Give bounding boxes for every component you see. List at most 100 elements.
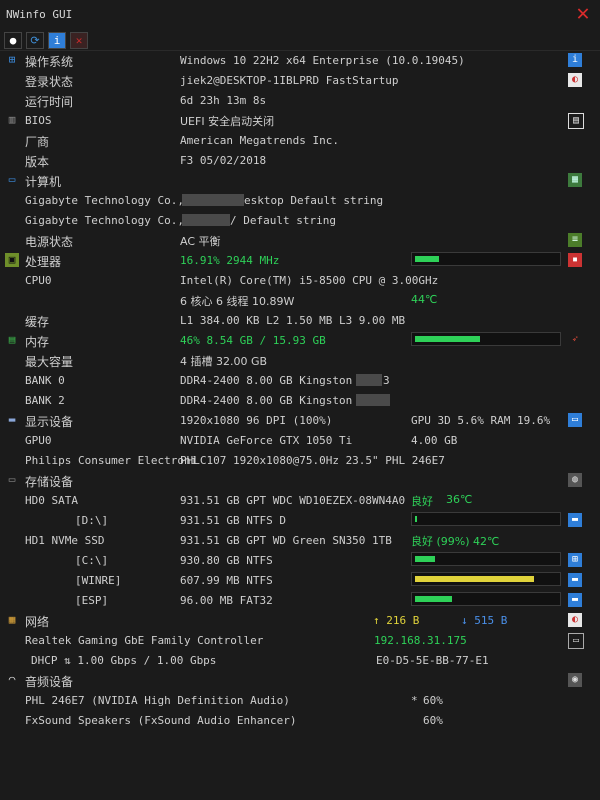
bank2-row[interactable]: BANK 2 DDR4-2400 8.00 GB Kingston 9C	[0, 390, 600, 410]
display-row[interactable]: ▬ 显示设备 1920x1080 96 DPI (100%) GPU 3D 5.…	[0, 410, 600, 430]
uptime-value: 6d 23h 13m 8s	[180, 94, 267, 107]
refresh-icon[interactable]: ⟳	[26, 32, 44, 49]
hd0-temp: 36℃	[446, 493, 473, 506]
headphones-icon: ◠	[8, 673, 16, 686]
bank0-value: DDR4-2400 8.00 GB Kingston 1C	[180, 374, 373, 387]
board-vendor: Gigabyte Technology Co., L	[25, 194, 198, 207]
disk-search-icon[interactable]: ◍	[568, 473, 582, 487]
partition-c-label: [C:\]	[75, 554, 109, 567]
hd0-row[interactable]: HD0 SATA 931.51 GB GPT WDC WD10EZEX-08WN…	[0, 490, 600, 510]
audio-device-name: FxSound Speakers (FxSound Audio Enhancer…	[25, 714, 297, 727]
gpu0-row[interactable]: GPU0 NVIDIA GeForce GTX 1050 Ti 4.00 GB	[0, 430, 600, 450]
network-row[interactable]: ▦ 网络 ↑ 216 B ↓ 515 B ◐	[0, 610, 600, 630]
partition-d-fill	[415, 516, 417, 522]
bank2-value: DDR4-2400 8.00 GB Kingston 9C	[180, 394, 373, 407]
partition-winre-row[interactable]: [WINRE] 607.99 MB NTFS ▬	[0, 570, 600, 590]
screen-icon[interactable]: ▭	[568, 413, 582, 427]
cpu-cores-row[interactable]: 6 核心 6 线程 10.89W 44℃	[0, 290, 600, 310]
remove-icon[interactable]: ✕	[70, 32, 88, 49]
audio-device-2[interactable]: FxSound Speakers (FxSound Audio Enhancer…	[0, 710, 600, 730]
windows-logo-icon[interactable]: ⊞	[568, 553, 582, 567]
monitor-icon: ▭	[8, 173, 16, 186]
board-model: esktop Default string	[244, 194, 384, 207]
default-mark: *	[411, 694, 418, 707]
close-icon[interactable]: ✕	[572, 3, 594, 25]
chip-icon: ▥	[8, 113, 16, 126]
bios-label: BIOS	[25, 114, 52, 127]
gpu0-label: GPU0	[25, 434, 52, 447]
board-row-2[interactable]: Gigabyte Technology Co., L / Default str…	[0, 210, 600, 230]
snapshot-icon[interactable]: ●	[4, 32, 22, 49]
speaker-icon[interactable]: ◉	[568, 673, 582, 687]
login-value: jiek2@DESKTOP-1IBLPRD FastStartup	[180, 74, 399, 87]
mac-address: E0-D5-5E-BB-77-E1	[376, 654, 489, 667]
window-icon[interactable]: ▬	[568, 573, 582, 587]
audio-device-name: PHL 246E7 (NVIDIA High Definition Audio)	[25, 694, 290, 707]
cpu-label: 处理器	[25, 255, 62, 269]
os-row[interactable]: ⊞ 操作系统 Windows 10 22H2 x64 Enterprise (1…	[0, 50, 600, 70]
hd1-health: 良好 (99%) 42℃	[411, 535, 500, 548]
user-settings-icon[interactable]: ◐	[568, 73, 582, 87]
dhcp-info: DHCP ⇅ 1.00 Gbps / 1.00 Gbps	[31, 654, 217, 667]
cpu0-row[interactable]: CPU0 Intel(R) Core(TM) i5-8500 CPU @ 3.0…	[0, 270, 600, 290]
gpu-usage: GPU 3D 5.6% RAM 19.6%	[411, 414, 551, 427]
computer-row[interactable]: ▭ 计算机 ▦	[0, 170, 600, 190]
hd0-value: 931.51 GB GPT WDC WD10EZEX-08WN4A0	[180, 494, 406, 507]
cpu0-value: Intel(R) Core(TM) i5-8500 CPU @ 3.00GHz	[180, 274, 439, 287]
bank0-row[interactable]: BANK 0 DDR4-2400 8.00 GB Kingston 1C 3	[0, 370, 600, 390]
hd0-health: 良好	[411, 495, 433, 508]
partition-c-bar	[411, 552, 561, 566]
cache-row[interactable]: 缓存 L1 384.00 KB L2 1.50 MB L3 9.00 MB	[0, 310, 600, 330]
window-icon[interactable]: ▬	[568, 593, 582, 607]
uptime-label: 运行时间	[25, 95, 74, 109]
monitor-value: PHLC107 1920x1080@75.0Hz 23.5" PHL 246E7	[180, 454, 445, 467]
login-label: 登录状态	[25, 75, 74, 89]
uptime-row[interactable]: 运行时间 6d 23h 13m 8s	[0, 90, 600, 110]
version-row[interactable]: 版本 F3 05/02/2018	[0, 150, 600, 170]
info-icon[interactable]: i	[568, 53, 582, 67]
cpu-temp: 44℃	[411, 293, 438, 306]
display-icon: ▬	[8, 413, 16, 426]
storage-row[interactable]: ▭ 存储设备 ◍	[0, 470, 600, 490]
audio-device-1[interactable]: PHL 246E7 (NVIDIA High Definition Audio)…	[0, 690, 600, 710]
dhcp-row[interactable]: DHCP ⇅ 1.00 Gbps / 1.00 Gbps E0-D5-5E-BB…	[0, 650, 600, 670]
battery-icon[interactable]: ≡	[568, 233, 582, 247]
motherboard-icon[interactable]: ▦	[568, 173, 582, 187]
cpu-usage: 16.91% 2944 MHz	[180, 254, 280, 267]
partition-esp-value: 96.00 MB FAT32	[180, 594, 273, 607]
storage-label: 存储设备	[25, 475, 74, 489]
document-icon[interactable]: ▤	[568, 113, 584, 129]
partition-winre-bar	[411, 572, 561, 586]
cpu-row[interactable]: ▣ 处理器 16.91% 2944 MHz ▪	[0, 250, 600, 270]
audio-label: 音频设备	[25, 675, 74, 689]
memory-row[interactable]: ▤ 内存 46% 8.54 GB / 15.93 GB ➶	[0, 330, 600, 350]
adapter-row[interactable]: Realtek Gaming GbE Family Controller 192…	[0, 630, 600, 650]
redacted-block	[182, 214, 230, 226]
hd1-value: 931.51 GB GPT WD Green SN350 1TB	[180, 534, 392, 547]
info-icon[interactable]: i	[48, 32, 66, 49]
partition-d-row[interactable]: [D:\] 931.51 GB NTFS D ▬	[0, 510, 600, 530]
power-value: AC 平衡	[180, 235, 221, 248]
vendor-row[interactable]: 厂商 American Megatrends Inc.	[0, 130, 600, 150]
power-row[interactable]: 电源状态 AC 平衡 ≡	[0, 230, 600, 250]
max-capacity-row[interactable]: 最大容量 4 插槽 32.00 GB	[0, 350, 600, 370]
chip-red-icon[interactable]: ▪	[568, 253, 582, 267]
bank0-tail: 3	[383, 374, 390, 387]
network-settings-icon[interactable]: ◐	[568, 613, 582, 627]
audio-row[interactable]: ◠ 音频设备 ◉	[0, 670, 600, 690]
board-row-1[interactable]: Gigabyte Technology Co., L esktop Defaul…	[0, 190, 600, 210]
ethernet-icon[interactable]: ▭	[568, 633, 584, 649]
max-capacity-label: 最大容量	[25, 355, 74, 369]
bios-row[interactable]: ▥ BIOS UEFI 安全启动关闭 ▤	[0, 110, 600, 130]
rocket-icon[interactable]: ➶	[568, 333, 582, 347]
redacted-block	[356, 374, 382, 386]
monitor-row[interactable]: Philips Consumer Electroni PHLC107 1920x…	[0, 450, 600, 470]
window-icon[interactable]: ▬	[568, 513, 582, 527]
partition-c-row[interactable]: [C:\] 930.80 GB NTFS ⊞	[0, 550, 600, 570]
gpu0-value: NVIDIA GeForce GTX 1050 Ti	[180, 434, 353, 447]
hd1-row[interactable]: HD1 NVMe SSD 931.51 GB GPT WD Green SN35…	[0, 530, 600, 550]
login-row[interactable]: 登录状态 jiek2@DESKTOP-1IBLPRD FastStartup ◐	[0, 70, 600, 90]
partition-esp-row[interactable]: [ESP] 96.00 MB FAT32 ▬	[0, 590, 600, 610]
board-vendor-2: Gigabyte Technology Co., L	[25, 214, 198, 227]
hd0-label: HD0 SATA	[25, 494, 78, 507]
